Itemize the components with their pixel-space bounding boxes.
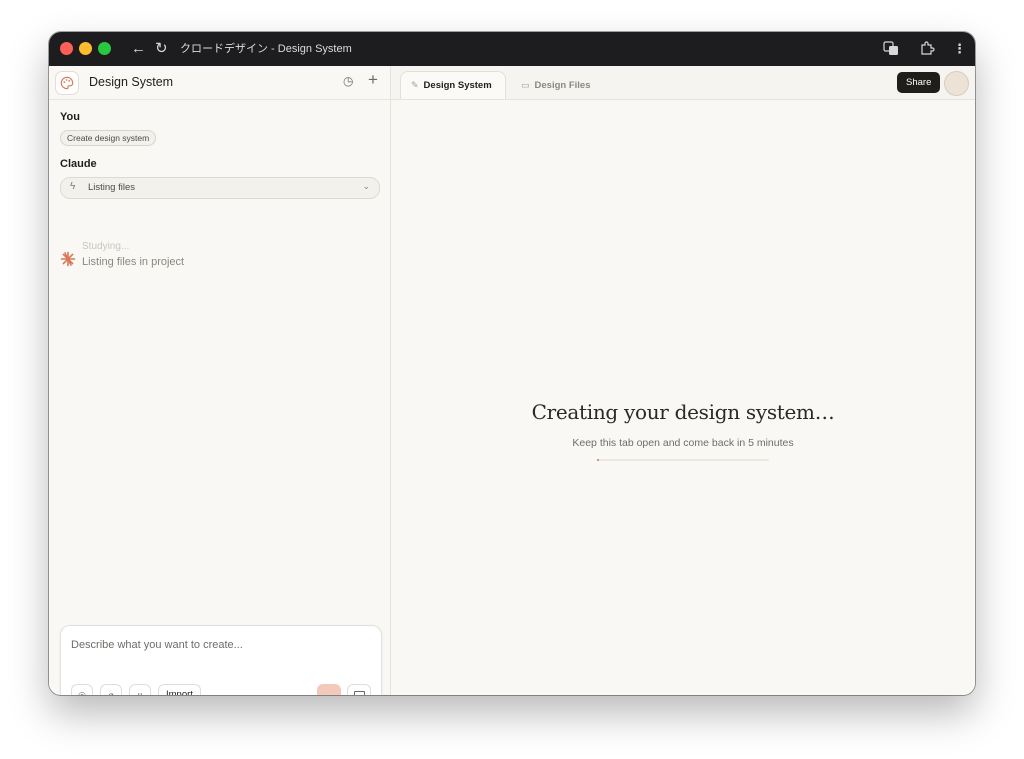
folder-icon: ▭ xyxy=(521,79,530,90)
close-window-button[interactable] xyxy=(60,42,73,55)
tab-label: Design System xyxy=(423,80,492,91)
translate-icon[interactable] xyxy=(883,40,899,56)
project-title: Design System xyxy=(89,75,174,89)
stop-button[interactable] xyxy=(347,684,371,695)
tool-call-dropdown[interactable]: ϟ Listing files ⌄ xyxy=(60,177,380,199)
canvas-panel: ✎ Design System ▭ Design Files Share Cre… xyxy=(391,66,975,695)
new-chat-plus-icon[interactable]: + xyxy=(368,70,378,90)
tab-design-files[interactable]: ▭ Design Files xyxy=(511,71,600,99)
window-title: クロードデザイン - Design System xyxy=(180,43,352,55)
paperclip-icon[interactable]: ⌀ xyxy=(100,684,122,695)
loading-headline: Creating your design system… xyxy=(531,400,835,424)
pen-icon: ✎ xyxy=(411,80,419,90)
thinking-previous-text: Studying... xyxy=(82,241,130,252)
chat-header: Design System ◷ + xyxy=(49,66,390,100)
reload-icon[interactable]: ↻ xyxy=(155,39,168,59)
send-button[interactable]: ⇨ xyxy=(317,684,341,695)
voice-icon[interactable]: ·ıı· xyxy=(129,684,151,695)
user-label: You xyxy=(60,111,80,123)
tool-bolt-icon: ϟ xyxy=(70,181,76,192)
assistant-label: Claude xyxy=(60,158,97,170)
more-menu-icon[interactable]: ⋮ xyxy=(953,40,966,58)
prompt-input[interactable]: Describe what you want to create... xyxy=(71,639,243,651)
progress-bar xyxy=(597,459,769,461)
tab-label: Design Files xyxy=(534,79,591,91)
stop-square-icon xyxy=(353,690,365,695)
minimize-window-button[interactable] xyxy=(79,42,92,55)
tab-design-system[interactable]: ✎ Design System xyxy=(400,71,506,99)
thinking-status: Studying... Listing files in project xyxy=(82,241,242,269)
claude-spark-icon xyxy=(60,251,76,267)
share-button[interactable]: Share xyxy=(897,72,941,93)
history-icon[interactable]: ◷ xyxy=(343,74,353,88)
avatar[interactable] xyxy=(944,71,969,96)
chat-panel: Design System ◷ + You Create design syst… xyxy=(49,66,391,695)
loading-subline: Keep this tab open and come back in 5 mi… xyxy=(572,437,794,449)
user-message-chip: Create design system xyxy=(60,130,157,146)
message-composer: Describe what you want to create... ◎ ⌀ … xyxy=(60,625,382,695)
title-bar: ← ↻ クロードデザイン - Design System ⋮ xyxy=(49,32,975,66)
palette-logo-icon xyxy=(55,71,79,95)
settings-icon[interactable]: ◎ xyxy=(71,684,93,695)
progress-fill xyxy=(597,459,599,461)
import-button[interactable]: Import xyxy=(158,684,201,695)
browser-window: ← ↻ クロードデザイン - Design System ⋮ Design Sy… xyxy=(49,32,975,695)
chevron-down-icon: ⌄ xyxy=(362,181,370,191)
back-arrow-icon[interactable]: ← xyxy=(131,39,146,59)
zoom-window-button[interactable] xyxy=(98,42,111,55)
tool-call-label: Listing files xyxy=(88,182,135,193)
thinking-current-text: Listing files in project xyxy=(82,256,185,268)
tab-bar: ✎ Design System ▭ Design Files Share xyxy=(391,66,975,100)
extensions-icon[interactable] xyxy=(919,40,935,56)
